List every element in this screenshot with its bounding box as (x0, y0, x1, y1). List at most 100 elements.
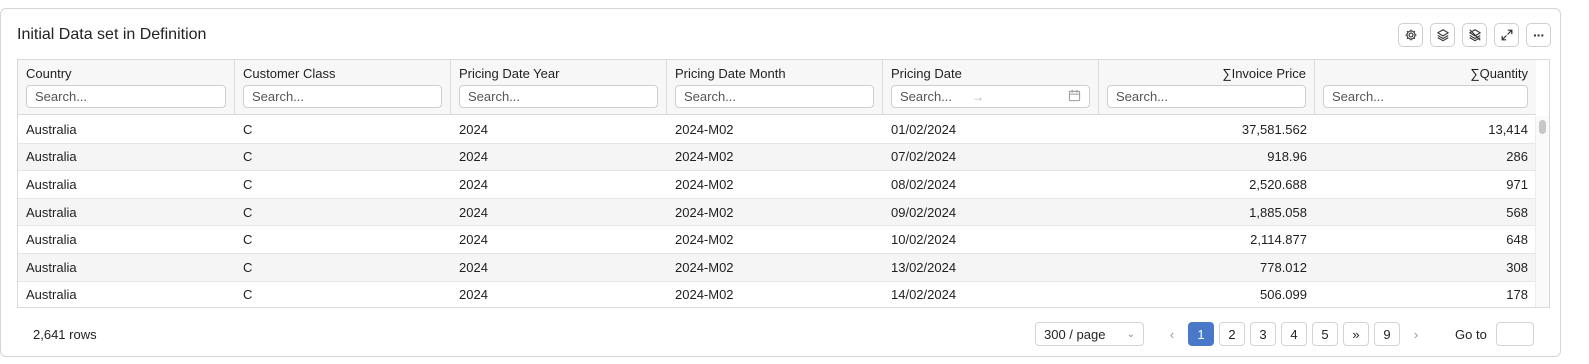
arrow-right-icon: → (972, 89, 985, 104)
cell-quantity: 971 (1506, 176, 1528, 192)
cell-pricing-date-year: 2024 (459, 259, 488, 275)
cell-invoice-price: 918.96 (1267, 149, 1307, 165)
cell-pricing-date-month: 2024-M02 (675, 287, 734, 303)
cell-customer-class: C (243, 121, 253, 137)
page-button-2[interactable]: 2 (1219, 322, 1245, 346)
cell-country: Australia (26, 259, 77, 275)
cell-pricing-date-month: 2024-M02 (675, 259, 734, 275)
cell-invoice-price: 1,885.058 (1249, 204, 1307, 220)
cell-pricing-date-year: 2024 (459, 204, 488, 220)
cell-pricing-date-year: 2024 (459, 176, 488, 192)
cell-country: Australia (26, 121, 77, 137)
row-count: 2,641 rows (33, 327, 97, 342)
column-search-input[interactable] (1323, 85, 1528, 108)
column-header-label: Country (26, 66, 72, 81)
settings-button[interactable] (1398, 23, 1423, 47)
goto-page-input[interactable] (1496, 322, 1534, 346)
vertical-scrollbar[interactable] (1535, 116, 1549, 307)
page-size-select[interactable]: 300 / page ⌄ (1035, 322, 1144, 346)
column-search-input[interactable] (26, 85, 226, 108)
cell-pricing-date-month: 2024-M02 (675, 176, 734, 192)
table-row[interactable]: Australia C 2024 2024-M02 10/02/2024 2,114.87… (18, 226, 1536, 254)
column-search-input[interactable] (459, 85, 658, 108)
cell-country: Australia (26, 176, 77, 192)
page-button-9[interactable]: 9 (1374, 322, 1400, 346)
cell-pricing-date-month: 2024-M02 (675, 232, 734, 248)
prev-page-button[interactable]: ‹ (1161, 322, 1183, 346)
page-button-1[interactable]: 1 (1188, 322, 1214, 346)
column-header-label: Customer Class (243, 66, 336, 81)
cell-pricing-date: 14/02/2024 (891, 287, 957, 303)
cell-pricing-date: 09/02/2024 (891, 204, 957, 220)
cell-customer-class: C (243, 259, 253, 275)
pagination: ‹ 1 2 3 4 5» 9 › (1161, 322, 1432, 346)
panel-title: Initial Data set in Definition (17, 26, 207, 43)
cell-country: Australia (26, 149, 77, 165)
page-button-3[interactable]: 3 (1250, 322, 1276, 346)
cell-pricing-date-year: 2024 (459, 121, 488, 137)
cell-invoice-price: 2,520.688 (1249, 176, 1307, 192)
more-button[interactable]: ··· (1526, 23, 1551, 47)
table-row[interactable]: Australia C 2024 2024-M02 07/02/2024 918.96 28… (18, 143, 1536, 172)
data-panel: Initial Data set in Definition ··· Count… (0, 8, 1561, 357)
data-grid: Country Customer Class Pricing Date Year Pr… (17, 59, 1550, 308)
table-row[interactable]: Australia C 2024 2024-M02 08/02/2024 2,520.68… (18, 171, 1536, 199)
column-header-pricing-date-month[interactable]: Pricing Date Month (667, 60, 883, 115)
cell-invoice-price: 37,581.562 (1241, 121, 1307, 137)
column-header-country[interactable]: Country (18, 60, 235, 115)
cell-pricing-date-month: 2024-M02 (675, 121, 734, 137)
page-button-5[interactable]: 5 (1312, 322, 1338, 346)
layers-off-button[interactable] (1462, 23, 1487, 47)
more-icon: ··· (1533, 27, 1545, 43)
cell-customer-class: C (243, 149, 253, 165)
column-header-invoice-price[interactable]: ∑Invoice Price (1099, 60, 1315, 115)
cell-customer-class: C (243, 232, 253, 248)
jump-forward-button[interactable]: » (1343, 322, 1369, 346)
column-search-input[interactable] (243, 85, 442, 108)
cell-invoice-price: 506.099 (1260, 287, 1307, 303)
goto-label: Go to (1455, 327, 1487, 342)
settings-icon (1405, 29, 1416, 41)
column-header-label: ∑Quantity (1470, 66, 1528, 81)
column-header-label: Pricing Date (891, 66, 962, 81)
calendar-icon[interactable] (1068, 89, 1081, 105)
table-row[interactable]: Australia C 2024 2024-M02 13/02/2024 778.012 3… (18, 253, 1536, 282)
layers-icon (1436, 29, 1449, 42)
cell-customer-class: C (243, 287, 253, 303)
cell-pricing-date-month: 2024-M02 (675, 204, 734, 220)
layers-button[interactable] (1430, 23, 1455, 47)
column-header-customer-class[interactable]: Customer Class (235, 60, 451, 115)
expand-button[interactable] (1494, 23, 1519, 47)
cell-pricing-date-year: 2024 (459, 149, 488, 165)
table-row[interactable]: Australia C 2024 2024-M02 09/02/2024 1,885.05… (18, 198, 1536, 227)
date-range-filter[interactable]: Search... → (891, 85, 1090, 108)
cell-invoice-price: 778.012 (1260, 259, 1307, 275)
cell-customer-class: C (243, 204, 253, 220)
cell-pricing-date: 08/02/2024 (891, 176, 957, 192)
cell-country: Australia (26, 204, 77, 220)
column-header-pricing-date-year[interactable]: Pricing Date Year (451, 60, 667, 115)
next-page-button[interactable]: › (1405, 322, 1427, 346)
column-search-input[interactable] (675, 85, 874, 108)
column-search-input[interactable] (1107, 85, 1306, 108)
cell-pricing-date-year: 2024 (459, 287, 488, 303)
table-row[interactable]: Australia C 2024 2024-M02 01/02/2024 37,581.5… (18, 116, 1536, 144)
cell-pricing-date-month: 2024-M02 (675, 149, 734, 165)
table-row[interactable]: Australia C 2024 2024-M02 14/02/2024 506.099 1… (18, 282, 1536, 307)
grid-header: Country Customer Class Pricing Date Year Pr… (18, 60, 1536, 115)
cell-pricing-date: 07/02/2024 (891, 149, 957, 165)
page-button-4[interactable]: 4 (1281, 322, 1307, 346)
cell-pricing-date: 10/02/2024 (891, 232, 957, 248)
cell-pricing-date: 01/02/2024 (891, 121, 957, 137)
column-header-label: Pricing Date Month (675, 66, 786, 81)
column-header-pricing-date[interactable]: Pricing Date Search... → (883, 60, 1099, 115)
grid-body: Australia C 2024 2024-M02 01/02/2024 37,581.5… (18, 116, 1536, 307)
cell-quantity: 13,414 (1488, 121, 1528, 137)
panel-toolbar: ··· (1398, 23, 1551, 47)
date-range-start-placeholder: Search... (900, 89, 953, 104)
column-header-label: Pricing Date Year (459, 66, 560, 81)
cell-customer-class: C (243, 176, 253, 192)
cell-quantity: 286 (1506, 149, 1528, 165)
scrollbar-thumb[interactable] (1539, 120, 1546, 134)
column-header-quantity[interactable]: ∑Quantity (1315, 60, 1536, 115)
